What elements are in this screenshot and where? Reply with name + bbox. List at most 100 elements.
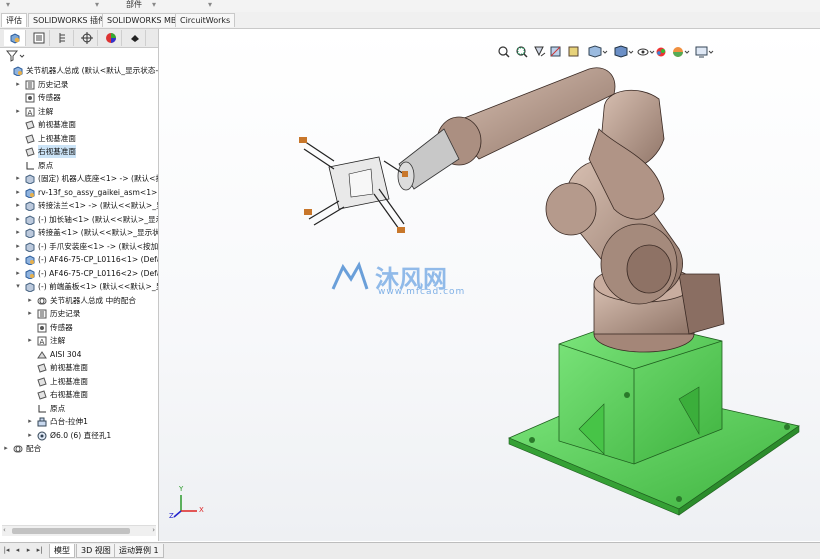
tree-item[interactable]: ▸ 配合 xyxy=(0,442,158,455)
tab-solidworks-addins[interactable]: SOLIDWORKS 插件 xyxy=(28,13,111,27)
configurationmanager-icon[interactable] xyxy=(52,30,74,46)
tree-item[interactable]: ▸ A 注解 xyxy=(0,334,158,347)
dimxpert-icon[interactable] xyxy=(76,30,98,46)
expand-arrow-icon[interactable]: ▸ xyxy=(14,199,22,212)
plane-icon xyxy=(37,363,47,373)
expand-arrow-icon[interactable]: ▸ xyxy=(14,226,22,239)
tree-item[interactable]: 传感器 xyxy=(0,321,158,334)
expand-arrow-icon[interactable]: ▸ xyxy=(2,442,10,455)
tree-item-label: 关节机器人总成 (默认<默认_显示状态-1 xyxy=(26,66,158,75)
feature-manager-panel: 关节机器人总成 (默认<默认_显示状态-1 ▸ 历史记录 传感器 ▸ A 注解 前视基准面 上视… xyxy=(0,29,159,541)
tab-3d-view[interactable]: 3D 视图 xyxy=(76,544,116,558)
tree-item[interactable]: ▸ A 注解 xyxy=(0,105,158,118)
dropdown-arrow-icon[interactable]: ▾ xyxy=(208,0,212,10)
dropdown-arrow-icon[interactable]: ▾ xyxy=(6,0,10,10)
scroll-right-icon[interactable]: › xyxy=(152,526,155,534)
prev-tab-icon[interactable]: ◂ xyxy=(13,545,22,555)
mates-icon xyxy=(37,296,47,305)
expand-arrow-icon[interactable]: ▸ xyxy=(26,307,34,320)
tree-item[interactable]: 原点 xyxy=(0,159,158,172)
dropdown-arrow-icon[interactable]: ▾ xyxy=(95,0,99,10)
displaymanager-icon[interactable] xyxy=(100,30,122,46)
tree-item[interactable]: AISI 304 xyxy=(0,348,158,361)
tree-item[interactable]: ▸ 关节机器人总成 中的配合 xyxy=(0,294,158,307)
filter-icon[interactable] xyxy=(5,50,26,62)
tree-item[interactable]: 上视基准面 xyxy=(0,132,158,145)
tab-evaluate[interactable]: 评估 xyxy=(1,13,27,27)
hole-icon xyxy=(37,431,47,440)
expand-arrow-icon[interactable]: ▸ xyxy=(26,415,34,428)
robot-arm[interactable] xyxy=(397,67,725,353)
tree-item-label: (-) 手爪安装座<1> -> (默认<按加工 xyxy=(38,241,158,251)
expand-arrow-icon[interactable]: ▸ xyxy=(14,267,22,280)
part-icon xyxy=(25,282,35,293)
cam-icon[interactable] xyxy=(124,30,146,46)
expand-arrow-icon[interactable]: ▸ xyxy=(26,294,34,307)
tree-item[interactable]: ▸ (-) AF46-75-CP_L0116<2> (Default xyxy=(0,267,158,280)
coordinate-triad: Y X Z xyxy=(169,485,209,521)
model-view[interactable] xyxy=(159,29,820,541)
triad-y-label: Y xyxy=(179,485,184,493)
bottom-tab-bar: |◂ ◂ ▸ ▸| 模型 3D 视图 运动算例 1 xyxy=(0,542,820,559)
tree-item-label: 前视基准面 xyxy=(50,363,88,372)
tree-item-label: 注解 xyxy=(38,106,54,116)
scroll-left-icon[interactable]: ‹ xyxy=(3,526,6,534)
sensor-icon xyxy=(25,93,35,103)
tree-item[interactable]: 右视基准面 xyxy=(0,145,158,158)
robot-gripper[interactable] xyxy=(299,137,408,233)
expand-arrow-icon[interactable]: ▸ xyxy=(14,172,22,185)
expand-arrow-icon[interactable]: ▸ xyxy=(14,240,22,253)
plane-icon xyxy=(25,120,35,130)
tree-item[interactable]: ▸ (-) 手爪安装座<1> -> (默认<按加工 xyxy=(0,240,158,253)
expand-arrow-icon[interactable]: ▸ xyxy=(14,253,22,266)
tree-item-label: (-) AF46-75-CP_L0116<2> (Default xyxy=(38,268,158,278)
tree-item[interactable]: 前视基准面 xyxy=(0,118,158,131)
tree-item[interactable]: 传感器 xyxy=(0,91,158,104)
first-tab-icon[interactable]: |◂ xyxy=(2,545,11,555)
horizontal-scrollbar[interactable]: ‹ › xyxy=(2,525,156,536)
annotation-icon: A xyxy=(37,336,47,346)
tree-item[interactable]: ▾ (-) 前端盖板<1> (默认<<默认>_显示 xyxy=(0,280,158,293)
dropdown-arrow-icon[interactable]: ▾ xyxy=(152,0,156,10)
tree-item[interactable]: ▸ (固定) 机器人底座<1> -> (默认<按 xyxy=(0,172,158,185)
tree-item[interactable]: ▸ rv-13f_so_assy_gaikei_asm<1> (默 xyxy=(0,186,158,199)
tree-item[interactable]: ▸ Ø6.0 (6) 直径孔1 xyxy=(0,429,158,442)
tree-item[interactable]: ▸ (-) AF46-75-CP_L0116<1> (Default xyxy=(0,253,158,266)
tree-item-label: 上视基准面 xyxy=(38,133,76,143)
tree-item[interactable]: 上视基准面 xyxy=(0,375,158,388)
scrollbar-thumb[interactable] xyxy=(12,528,130,534)
tree-item[interactable]: 关节机器人总成 (默认<默认_显示状态-1 xyxy=(0,64,158,77)
expand-arrow-icon[interactable]: ▸ xyxy=(14,186,22,199)
tab-circuitworks[interactable]: CircuitWorks xyxy=(175,13,236,27)
feature-icon xyxy=(37,417,47,427)
expand-arrow-icon[interactable]: ▸ xyxy=(26,429,34,442)
tree-item[interactable]: ▸ (-) 加长轴<1> (默认<<默认>_显示 xyxy=(0,213,158,226)
sensor-icon xyxy=(37,323,47,332)
expand-arrow-icon[interactable]: ▸ xyxy=(14,78,22,91)
tree-item-label: 原点 xyxy=(38,160,54,170)
last-tab-icon[interactable]: ▸| xyxy=(35,545,44,555)
expand-arrow-icon[interactable]: ▸ xyxy=(14,105,22,118)
tree-item[interactable]: ▸ 转接盖<1> (默认<<默认>_显示状态 xyxy=(0,226,158,239)
tree-item[interactable]: 原点 xyxy=(0,402,158,415)
manager-tabs xyxy=(0,29,158,48)
expand-arrow-icon[interactable]: ▸ xyxy=(26,334,34,347)
tree-item[interactable]: 右视基准面 xyxy=(0,388,158,401)
propertymanager-icon[interactable] xyxy=(28,30,50,46)
graphics-area[interactable]: 沐风网 www.mfcad.com Y X Z xyxy=(159,29,820,541)
mates-icon xyxy=(13,444,23,453)
next-tab-icon[interactable]: ▸ xyxy=(24,545,33,555)
featuremanager-icon[interactable] xyxy=(4,30,26,46)
tree-item[interactable]: ▸ 历史记录 xyxy=(0,78,158,91)
tree-item[interactable]: ▸ 转接法兰<1> -> (默认<<默认>_显示 xyxy=(0,199,158,212)
collapse-arrow-icon[interactable]: ▾ xyxy=(14,280,22,293)
tree-item-label: 凸台-拉伸1 xyxy=(50,417,88,426)
assembly-icon xyxy=(25,187,35,199)
tree-item[interactable]: ▸ 历史记录 xyxy=(0,307,158,320)
expand-arrow-icon[interactable]: ▸ xyxy=(14,213,22,226)
tree-item[interactable]: 前视基准面 xyxy=(0,361,158,374)
tree-item[interactable]: ▸ 凸台-拉伸1 xyxy=(0,415,158,428)
tab-motion-study[interactable]: 运动算例 1 xyxy=(114,544,164,558)
tree-item-label: 转接法兰<1> -> (默认<<默认>_显示 xyxy=(38,201,158,210)
tab-model[interactable]: 模型 xyxy=(49,544,75,558)
